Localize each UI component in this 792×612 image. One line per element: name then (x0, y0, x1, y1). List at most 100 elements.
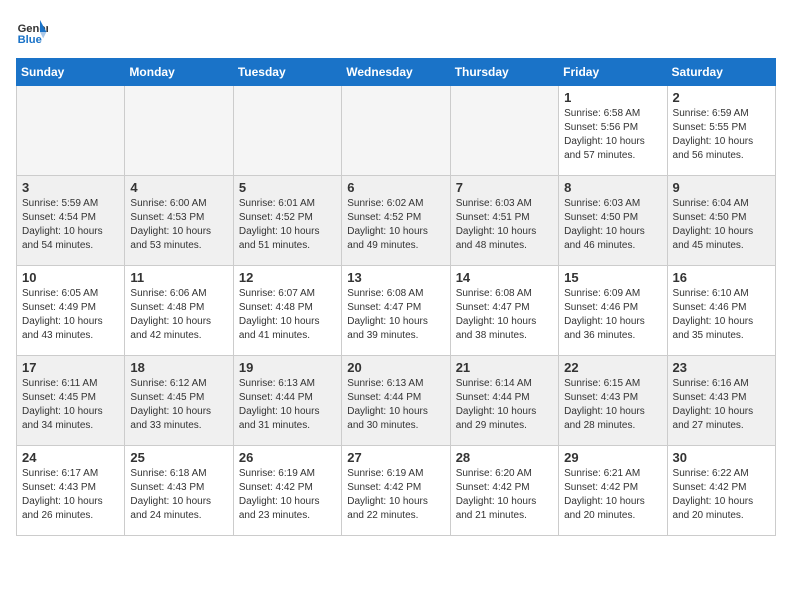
calendar-cell: 18 Sunrise: 6:12 AM Sunset: 4:45 PM Dayli… (125, 356, 233, 446)
logo-icon: General Blue (16, 16, 48, 48)
calendar-cell: 28 Sunrise: 6:20 AM Sunset: 4:42 PM Dayli… (450, 446, 558, 536)
day-number: 26 (239, 450, 336, 465)
day-number: 30 (673, 450, 770, 465)
day-number: 22 (564, 360, 661, 375)
calendar-cell: 14Sunrise: 6:08 AM Sunset: 4:47 PM Dayli… (450, 266, 558, 356)
column-header-monday: Monday (125, 59, 233, 86)
calendar-cell: 22 Sunrise: 6:15 AM Sunset: 4:43 PM Dayli… (559, 356, 667, 446)
day-info: Sunrise: 6:03 AM Sunset: 4:51 PM Dayligh… (456, 197, 553, 253)
day-info: Sunrise: 5:59 AM Sunset: 4:54 PM Dayligh… (22, 197, 119, 253)
day-number: 16 (673, 270, 770, 285)
calendar-cell: 17 Sunrise: 6:11 AM Sunset: 4:45 PM Dayli… (17, 356, 125, 446)
day-number: 2 (673, 90, 770, 105)
svg-text:Blue: Blue (18, 34, 42, 46)
calendar-cell: 4Sunrise: 6:00 AM Sunset: 4:53 PM Daylig… (125, 176, 233, 266)
day-number: 23 (673, 360, 770, 375)
calendar-cell: 8 Sunrise: 6:03 AM Sunset: 4:50 PM Daylig… (559, 176, 667, 266)
calendar-cell (17, 86, 125, 176)
day-number: 12 (239, 270, 336, 285)
day-number: 7 (456, 180, 553, 195)
calendar-week-row: 1 Sunrise: 6:58 AM Sunset: 5:56 PM Daylig… (17, 86, 776, 176)
day-number: 13 (347, 270, 444, 285)
calendar-cell: 6 Sunrise: 6:02 AM Sunset: 4:52 PM Daylig… (342, 176, 450, 266)
calendar-cell: 24 Sunrise: 6:17 AM Sunset: 4:43 PM Dayli… (17, 446, 125, 536)
day-number: 15 (564, 270, 661, 285)
calendar-cell: 3 Sunrise: 5:59 AM Sunset: 4:54 PM Daylig… (17, 176, 125, 266)
calendar-cell: 25Sunrise: 6:18 AM Sunset: 4:43 PM Dayli… (125, 446, 233, 536)
calendar-cell: 26 Sunrise: 6:19 AM Sunset: 4:42 PM Dayli… (233, 446, 341, 536)
calendar-cell: 9 Sunrise: 6:04 AM Sunset: 4:50 PM Daylig… (667, 176, 775, 266)
day-info: Sunrise: 6:12 AM Sunset: 4:45 PM Dayligh… (130, 377, 227, 433)
calendar-table: SundayMondayTuesdayWednesdayThursdayFrid… (16, 58, 776, 536)
calendar-week-row: 17 Sunrise: 6:11 AM Sunset: 4:45 PM Dayli… (17, 356, 776, 446)
calendar-cell: 5 Sunrise: 6:01 AM Sunset: 4:52 PM Daylig… (233, 176, 341, 266)
day-number: 10 (22, 270, 119, 285)
column-header-thursday: Thursday (450, 59, 558, 86)
day-number: 6 (347, 180, 444, 195)
day-info: Sunrise: 6:21 AM Sunset: 4:42 PM Dayligh… (564, 467, 661, 523)
calendar-week-row: 24 Sunrise: 6:17 AM Sunset: 4:43 PM Dayli… (17, 446, 776, 536)
day-info: Sunrise: 6:19 AM Sunset: 4:42 PM Dayligh… (347, 467, 444, 523)
calendar-header-row: SundayMondayTuesdayWednesdayThursdayFrid… (17, 59, 776, 86)
day-number: 29 (564, 450, 661, 465)
day-info: Sunrise: 6:20 AM Sunset: 4:42 PM Dayligh… (456, 467, 553, 523)
column-header-wednesday: Wednesday (342, 59, 450, 86)
calendar-cell (342, 86, 450, 176)
day-info: Sunrise: 6:00 AM Sunset: 4:53 PM Dayligh… (130, 197, 227, 253)
calendar-cell: 20Sunrise: 6:13 AM Sunset: 4:44 PM Dayli… (342, 356, 450, 446)
day-number: 21 (456, 360, 553, 375)
day-info: Sunrise: 6:08 AM Sunset: 4:47 PM Dayligh… (347, 287, 444, 343)
day-number: 28 (456, 450, 553, 465)
day-info: Sunrise: 6:08 AM Sunset: 4:47 PM Dayligh… (456, 287, 553, 343)
day-info: Sunrise: 6:16 AM Sunset: 4:43 PM Dayligh… (673, 377, 770, 433)
day-info: Sunrise: 6:19 AM Sunset: 4:42 PM Dayligh… (239, 467, 336, 523)
day-info: Sunrise: 6:07 AM Sunset: 4:48 PM Dayligh… (239, 287, 336, 343)
day-info: Sunrise: 6:58 AM Sunset: 5:56 PM Dayligh… (564, 107, 661, 163)
day-info: Sunrise: 6:59 AM Sunset: 5:55 PM Dayligh… (673, 107, 770, 163)
day-info: Sunrise: 6:02 AM Sunset: 4:52 PM Dayligh… (347, 197, 444, 253)
calendar-cell: 29 Sunrise: 6:21 AM Sunset: 4:42 PM Dayli… (559, 446, 667, 536)
day-info: Sunrise: 6:13 AM Sunset: 4:44 PM Dayligh… (347, 377, 444, 433)
day-info: Sunrise: 6:06 AM Sunset: 4:48 PM Dayligh… (130, 287, 227, 343)
day-info: Sunrise: 6:05 AM Sunset: 4:49 PM Dayligh… (22, 287, 119, 343)
day-number: 19 (239, 360, 336, 375)
day-info: Sunrise: 6:10 AM Sunset: 4:46 PM Dayligh… (673, 287, 770, 343)
day-info: Sunrise: 6:04 AM Sunset: 4:50 PM Dayligh… (673, 197, 770, 253)
day-info: Sunrise: 6:18 AM Sunset: 4:43 PM Dayligh… (130, 467, 227, 523)
day-number: 17 (22, 360, 119, 375)
calendar-cell: 2 Sunrise: 6:59 AM Sunset: 5:55 PM Daylig… (667, 86, 775, 176)
calendar-week-row: 10 Sunrise: 6:05 AM Sunset: 4:49 PM Dayli… (17, 266, 776, 356)
day-number: 3 (22, 180, 119, 195)
day-info: Sunrise: 6:17 AM Sunset: 4:43 PM Dayligh… (22, 467, 119, 523)
day-number: 5 (239, 180, 336, 195)
header: General Blue (16, 16, 776, 48)
calendar-cell: 30 Sunrise: 6:22 AM Sunset: 4:42 PM Dayli… (667, 446, 775, 536)
calendar-cell: 27Sunrise: 6:19 AM Sunset: 4:42 PM Dayli… (342, 446, 450, 536)
day-number: 18 (130, 360, 227, 375)
calendar-cell: 11 Sunrise: 6:06 AM Sunset: 4:48 PM Dayli… (125, 266, 233, 356)
calendar-cell (450, 86, 558, 176)
day-info: Sunrise: 6:03 AM Sunset: 4:50 PM Dayligh… (564, 197, 661, 253)
day-number: 8 (564, 180, 661, 195)
calendar-cell: 7 Sunrise: 6:03 AM Sunset: 4:51 PM Daylig… (450, 176, 558, 266)
calendar-cell: 19Sunrise: 6:13 AM Sunset: 4:44 PM Dayli… (233, 356, 341, 446)
calendar-cell: 23 Sunrise: 6:16 AM Sunset: 4:43 PM Dayli… (667, 356, 775, 446)
calendar-week-row: 3 Sunrise: 5:59 AM Sunset: 4:54 PM Daylig… (17, 176, 776, 266)
day-number: 9 (673, 180, 770, 195)
day-info: Sunrise: 6:15 AM Sunset: 4:43 PM Dayligh… (564, 377, 661, 433)
column-header-sunday: Sunday (17, 59, 125, 86)
day-info: Sunrise: 6:11 AM Sunset: 4:45 PM Dayligh… (22, 377, 119, 433)
day-number: 24 (22, 450, 119, 465)
day-number: 1 (564, 90, 661, 105)
logo: General Blue (16, 16, 48, 48)
day-info: Sunrise: 6:01 AM Sunset: 4:52 PM Dayligh… (239, 197, 336, 253)
calendar-cell: 21 Sunrise: 6:14 AM Sunset: 4:44 PM Dayli… (450, 356, 558, 446)
calendar-cell (125, 86, 233, 176)
calendar-cell: 10 Sunrise: 6:05 AM Sunset: 4:49 PM Dayli… (17, 266, 125, 356)
calendar-cell (233, 86, 341, 176)
day-number: 11 (130, 270, 227, 285)
calendar-cell: 15 Sunrise: 6:09 AM Sunset: 4:46 PM Dayli… (559, 266, 667, 356)
day-info: Sunrise: 6:22 AM Sunset: 4:42 PM Dayligh… (673, 467, 770, 523)
day-info: Sunrise: 6:14 AM Sunset: 4:44 PM Dayligh… (456, 377, 553, 433)
day-info: Sunrise: 6:09 AM Sunset: 4:46 PM Dayligh… (564, 287, 661, 343)
